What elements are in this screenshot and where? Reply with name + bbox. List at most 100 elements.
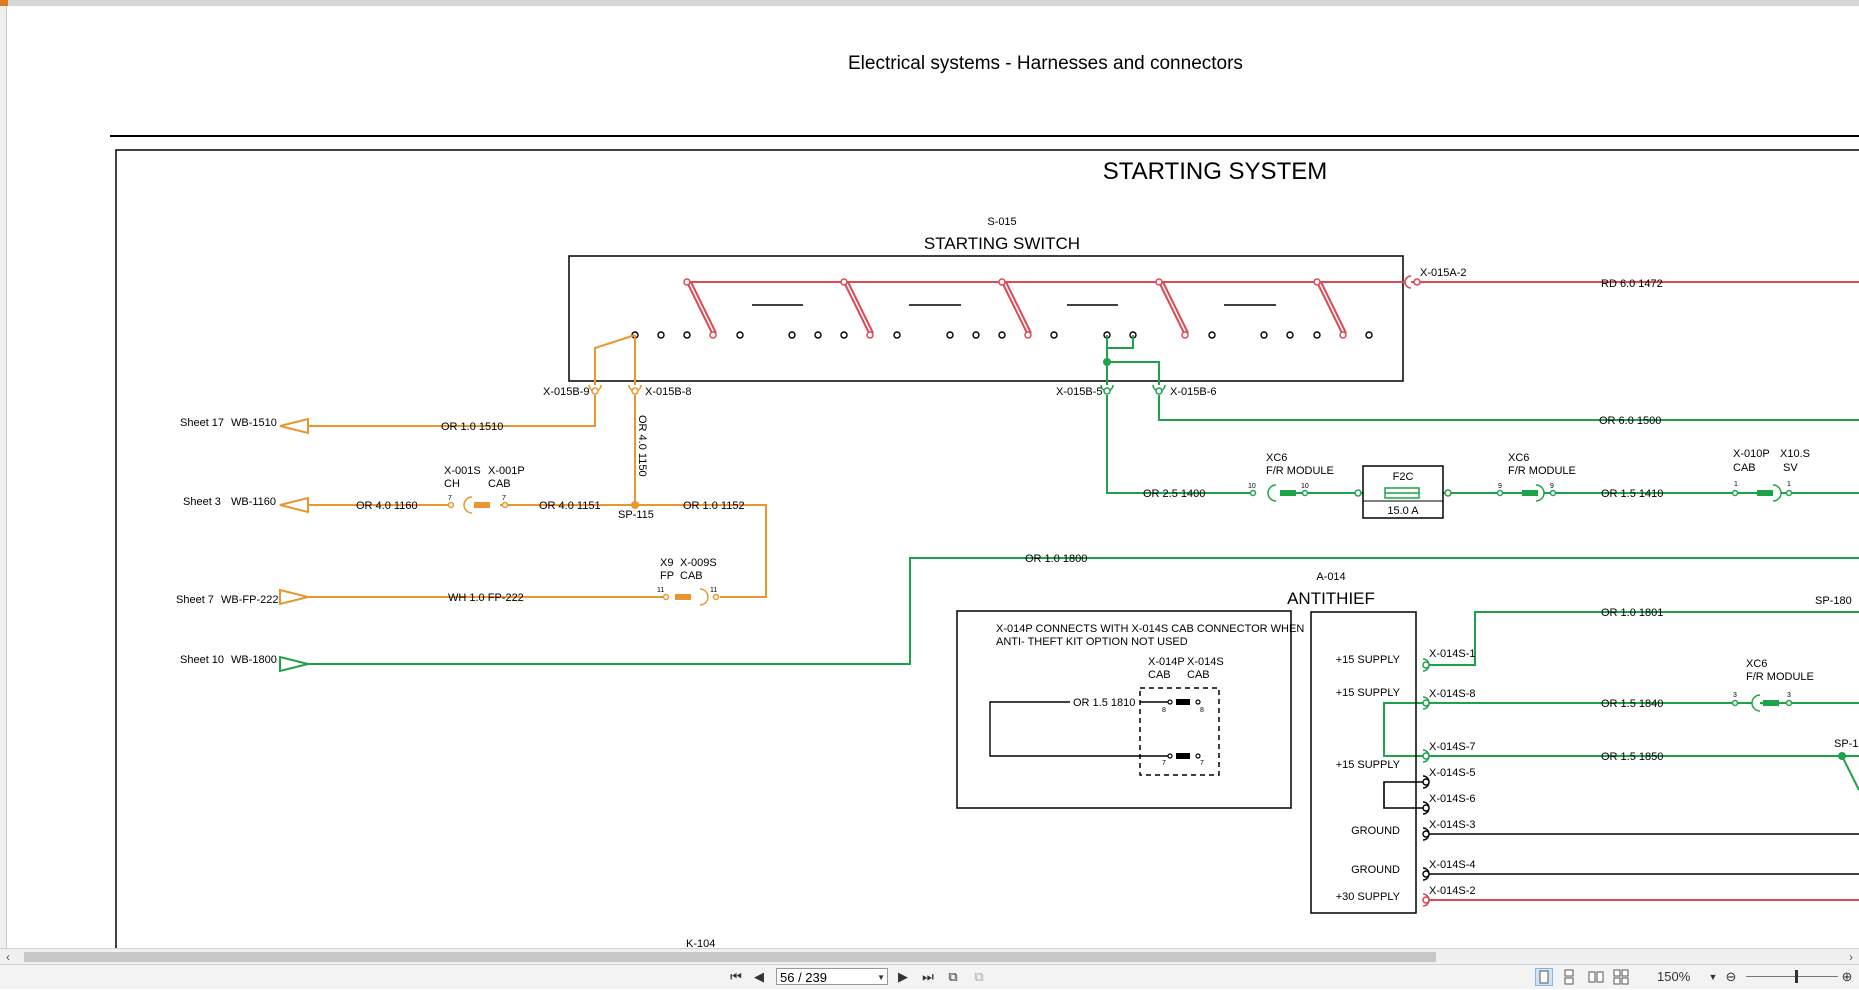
starting-switch-box (568, 255, 1404, 382)
zoom-out-icon[interactable]: ⊖ (1722, 968, 1740, 986)
zoom-dropdown-icon[interactable]: ▼ (1708, 968, 1718, 986)
zoom-level[interactable]: 150% (1657, 969, 1690, 984)
first-page-icon[interactable]: ⏮ (728, 968, 744, 986)
label-w1840: OR 1.5 1840 (1601, 698, 1663, 710)
label-fr-c: F/R MODULE (1746, 671, 1814, 683)
switch-ref: S-015 (987, 216, 1016, 228)
next-view-icon[interactable]: ⧉ (970, 968, 988, 986)
continuous-view-icon[interactable] (1561, 969, 1577, 985)
xc6-pin-b1: 9 (1498, 483, 1502, 490)
note-conn-s: X-014S (1187, 656, 1224, 668)
label-x009s-loc: CAB (680, 570, 703, 582)
previous-view-icon[interactable]: ⧉ (944, 968, 962, 986)
page-number-value: 56 / 239 (780, 970, 827, 985)
label-w1850: OR 1.5 1850 (1601, 751, 1663, 763)
label-x10s: X10.S (1780, 448, 1810, 460)
zoom-slider-thumb[interactable] (1795, 970, 1798, 983)
at-pin-4: X-014S-5 (1429, 767, 1475, 779)
label-w1800: OR 1.0 1800 (1025, 553, 1087, 565)
label-w1801: OR 1.0 1801 (1601, 607, 1663, 619)
note-pin-tr: 8 (1200, 707, 1204, 714)
two-page-view-icon[interactable] (1588, 969, 1604, 985)
note-line2: ANTI- THEFT KIT OPTION NOT USED (996, 636, 1188, 648)
label-fr-a: F/R MODULE (1266, 465, 1334, 477)
label-sp115: SP-115 (618, 509, 654, 521)
at-label-8: +30 SUPPLY (1336, 891, 1401, 903)
zoom-in-icon[interactable]: ⊕ (1838, 968, 1856, 986)
scroll-right-icon[interactable]: › (1843, 949, 1859, 965)
x001-plug (474, 502, 490, 508)
switch-name: STARTING SWITCH (924, 234, 1080, 253)
label-xc6-b: XC6 (1508, 452, 1529, 464)
label-w1400: OR 2.5 1400 (1143, 488, 1205, 500)
x001-pin-b: 7 (502, 495, 506, 502)
xc6-pin-c2: 3 (1787, 692, 1791, 699)
note-conn-p-loc: CAB (1148, 669, 1171, 681)
label-w1472: RD 6.0 1472 (1601, 278, 1663, 290)
zoom-slider[interactable] (1746, 976, 1838, 977)
status-bar: ⏮ ◀ 56 / 239 ▼ ▶ ⏭ ⧉ ⧉ 150% ▼ ⊖ ⊕ (0, 964, 1859, 989)
label-sp180: SP-180 (1815, 595, 1852, 607)
note-pins (1167, 699, 1201, 759)
at-pin-7: X-014S-4 (1429, 859, 1475, 871)
sheet7-wb: WB-FP-222 (221, 594, 278, 606)
label-xc6-a: XC6 (1266, 452, 1287, 464)
document-page: Electrical systems - Harnesses and conne… (7, 6, 1859, 948)
label-w1160: OR 4.0 1160 (356, 500, 418, 512)
label-xc6-c: XC6 (1746, 658, 1767, 670)
label-w1510: OR 1.0 1510 (441, 421, 503, 433)
diagram-title: STARTING SYSTEM (1103, 158, 1327, 185)
switch-red-bus (686, 281, 1859, 336)
at-pin-1: X-014S-1 (1429, 648, 1475, 660)
label-x015b5: X-015B-5 (1056, 386, 1102, 398)
scrollbar-thumb[interactable] (24, 952, 1436, 962)
note-pin-bl: 7 (1162, 760, 1166, 767)
horizontal-scrollbar[interactable]: ‹ › (0, 948, 1859, 965)
xc6-pin-c1: 3 (1733, 692, 1737, 699)
x9-pin-b: 11 (710, 587, 717, 594)
label-x015b6: X-015B-6 (1170, 386, 1216, 398)
page-number-field[interactable]: 56 / 239 ▼ (776, 968, 888, 985)
sheet17-label: Sheet 17 (180, 417, 224, 429)
label-x001s-loc: CH (444, 478, 460, 490)
xc6-pin-a1: 10 (1248, 483, 1256, 490)
label-fr-b: F/R MODULE (1508, 465, 1576, 477)
note-plugs (1176, 699, 1190, 759)
x001-pin-a: 7 (448, 495, 452, 502)
at-label-3: +15 SUPPLY (1336, 759, 1401, 771)
orange-connectors (447, 384, 720, 606)
label-x10s-loc: SV (1783, 462, 1798, 474)
note-conn-p: X-014P (1148, 656, 1185, 668)
two-page-continuous-icon[interactable] (1613, 969, 1629, 985)
label-x009s: X-009S (680, 557, 717, 569)
at-pin-2: X-014S-8 (1429, 688, 1475, 700)
single-page-view-icon[interactable] (1535, 968, 1553, 986)
label-x9: X9 (660, 557, 673, 569)
label-wfp222: WH 1.0 FP-222 (448, 592, 524, 604)
last-page-icon[interactable]: ⏭ (920, 968, 936, 986)
note-conn-s-loc: CAB (1187, 669, 1210, 681)
x009-plug (675, 594, 691, 600)
prev-page-icon[interactable]: ◀ (752, 968, 766, 986)
label-sp18x: SP-1 (1834, 738, 1858, 750)
label-x015b9: X-015B-9 (543, 386, 589, 398)
sheet10-label: Sheet 10 (180, 654, 224, 666)
note-line1: X-014P CONNECTS WITH X-014S CAB CONNECTO… (996, 623, 1304, 635)
sheet17-wb: WB-1510 (231, 417, 277, 429)
xc6-pin-b2: 9 (1550, 483, 1554, 490)
schematic-diagram: STARTING SYSTEM S-015 STARTING SWITCH A-… (110, 135, 1859, 948)
at-label-1: +15 SUPPLY (1336, 654, 1401, 666)
antithief-name: ANTITHIEF (1287, 589, 1375, 608)
label-x001p-loc: CAB (488, 478, 511, 490)
page-dropdown-icon[interactable]: ▼ (877, 969, 885, 986)
label-w1152: OR 1.0 1152 (683, 500, 745, 512)
scroll-left-icon[interactable]: ‹ (0, 949, 16, 965)
label-x010p: X-010P (1733, 448, 1770, 460)
drawing-frame (115, 149, 1859, 948)
label-w1500: OR 6.0 1500 (1599, 415, 1661, 427)
sheet3-label: Sheet 3 (183, 496, 221, 508)
antithief-ref: A-014 (1316, 571, 1345, 583)
note-wiring (989, 701, 1168, 757)
next-page-icon[interactable]: ▶ (896, 968, 910, 986)
at-label-6: GROUND (1351, 825, 1400, 837)
